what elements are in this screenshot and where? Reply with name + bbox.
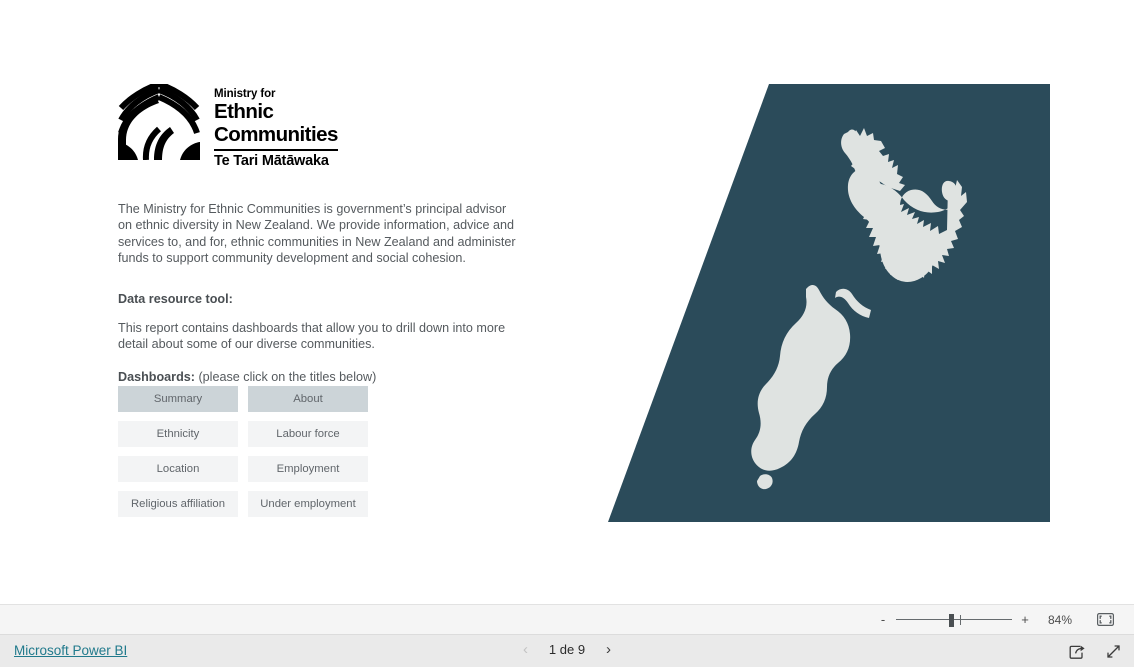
report-canvas: Ministry for Ethnic Communities Te Tari …: [0, 0, 1134, 604]
dashboard-button-row: Location Employment: [118, 456, 378, 482]
dashboard-button-grid: Summary About Ethnicity Labour force Locatio…: [118, 386, 378, 517]
zoom-level-label: 84%: [1047, 612, 1073, 627]
zoom-out-button[interactable]: -: [874, 613, 892, 626]
ministry-logo: Ministry for Ethnic Communities Te Tari …: [118, 81, 538, 170]
new-zealand-map: [608, 84, 1050, 522]
dashboard-button-summary[interactable]: Summary: [118, 386, 238, 412]
intro-paragraph: The Ministry for Ethnic Communities is g…: [118, 202, 516, 265]
dashboard-button-ethnicity[interactable]: Ethnicity: [118, 421, 238, 447]
fit-to-page-icon[interactable]: [1092, 610, 1118, 630]
left-content-panel: Ministry for Ethnic Communities Te Tari …: [118, 81, 538, 517]
page-navigation: ‹ 1 de 9 ›: [521, 642, 613, 657]
dashboard-button-religious-affiliation[interactable]: Religious affiliation: [118, 491, 238, 517]
zoom-controls: - + 84%: [874, 610, 1134, 630]
row-spacer: [118, 447, 378, 456]
dashboards-label: Dashboards:: [118, 369, 195, 384]
chevron-left-icon[interactable]: ‹: [521, 642, 530, 657]
page-indicator: 1 de 9: [548, 642, 586, 657]
dashboard-button-under-employment[interactable]: Under employment: [248, 491, 368, 517]
logo-line-maori: Te Tari Mātāwaka: [214, 152, 329, 169]
zoom-in-button[interactable]: +: [1016, 613, 1034, 626]
zoom-slider-tick: [960, 614, 962, 625]
footer-bar: Microsoft Power BI ‹ 1 de 9 ›: [0, 634, 1134, 667]
zoom-toolbar: - + 84%: [0, 604, 1134, 634]
dashboard-button-location[interactable]: Location: [118, 456, 238, 482]
dashboards-hint: (please click on the titles below): [198, 369, 377, 384]
dashboard-button-about[interactable]: About: [248, 386, 368, 412]
dashboard-button-row: Ethnicity Labour force: [118, 421, 378, 447]
report-description: This report contains dashboards that all…: [118, 321, 506, 352]
fullscreen-icon[interactable]: [1102, 641, 1124, 662]
zoom-slider-thumb[interactable]: [949, 613, 954, 627]
powerbi-brand-link[interactable]: Microsoft Power BI: [14, 643, 127, 658]
zoom-slider-track: [896, 619, 1012, 621]
dashboard-button-employment[interactable]: Employment: [248, 456, 368, 482]
logo-line-ethnic: Ethnic: [214, 100, 274, 123]
logo-divider: [214, 149, 338, 151]
dashboard-button-row: Summary About: [118, 386, 378, 412]
chevron-right-icon[interactable]: ›: [604, 642, 613, 657]
dashboard-button-row: Religious affiliation Under employment: [118, 491, 378, 517]
dashboard-button-labour-force[interactable]: Labour force: [248, 421, 368, 447]
logo-wordmark: Ministry for Ethnic Communities Te Tari …: [214, 84, 338, 170]
row-spacer: [118, 412, 378, 421]
row-spacer: [118, 482, 378, 491]
dashboards-instruction: Dashboards: (please click on the titles …: [118, 370, 538, 384]
logo-line-communities: Communities: [214, 122, 338, 146]
zoom-slider[interactable]: [896, 612, 1012, 628]
footer-actions: [1066, 641, 1124, 662]
map-background-shape: [608, 84, 1050, 522]
woven-fern-mark-icon: [118, 81, 200, 161]
share-icon[interactable]: [1066, 641, 1088, 662]
data-resource-tool-heading: Data resource tool:: [118, 292, 233, 307]
